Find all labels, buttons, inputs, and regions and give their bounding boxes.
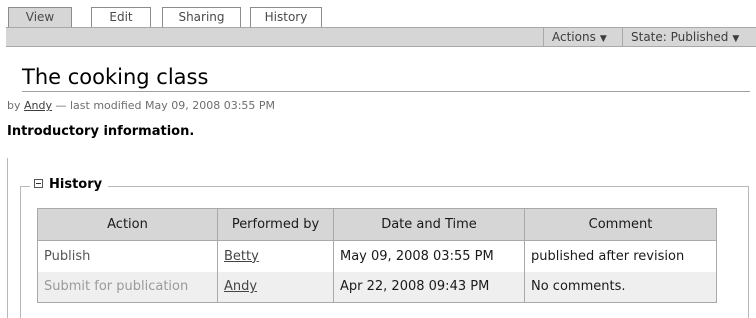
history-performer: Andy <box>217 271 334 303</box>
collapse-icon[interactable] <box>34 179 43 188</box>
author-link[interactable]: Andy <box>24 99 52 112</box>
tab-history[interactable]: History <box>250 7 322 27</box>
tab-edit[interactable]: Edit <box>91 7 151 27</box>
column-header-comment: Comment <box>524 208 717 241</box>
byline-prefix: by <box>7 99 24 112</box>
chevron-down-icon: ▼ <box>599 34 607 44</box>
history-action: Publish <box>37 240 218 272</box>
content-action-bar: Actions ▼ State: Published ▼ <box>6 27 756 47</box>
performer-link[interactable]: Betty <box>224 249 259 264</box>
tab-sharing[interactable]: Sharing <box>162 7 241 27</box>
divider <box>7 158 8 318</box>
column-header-action: Action <box>37 208 218 241</box>
actions-menu[interactable]: Actions ▼ <box>552 28 607 48</box>
document-byline: by Andy — last modified May 09, 2008 03:… <box>7 99 275 112</box>
history-action: Submit for publication <box>37 271 218 303</box>
last-modified: — last modified May 09, 2008 03:55 PM <box>52 99 276 112</box>
history-date: May 09, 2008 03:55 PM <box>333 240 525 272</box>
page-title: The cooking class <box>22 64 750 92</box>
divider <box>622 28 623 46</box>
history-date: Apr 22, 2008 09:43 PM <box>333 271 525 303</box>
state-menu[interactable]: State: Published ▼ <box>631 28 739 48</box>
performer-link[interactable]: Andy <box>224 279 257 294</box>
history-table: Action Performed by Date and Time Commen… <box>37 208 717 303</box>
column-header-date-time: Date and Time <box>333 208 525 241</box>
history-comment: published after revision <box>524 240 717 272</box>
actions-menu-label: Actions <box>552 30 596 44</box>
page: View Edit Sharing History Actions ▼ State… <box>0 0 756 318</box>
history-comment: No comments. <box>524 271 717 303</box>
tab-view[interactable]: View <box>8 7 72 28</box>
column-header-performed-by: Performed by <box>217 208 334 241</box>
chevron-down-icon: ▼ <box>732 34 740 44</box>
history-legend-label: History <box>49 177 103 192</box>
history-performer: Betty <box>217 240 334 272</box>
state-menu-label: State: Published <box>631 30 729 44</box>
divider <box>543 28 544 46</box>
table-row: Publish Betty May 09, 2008 03:55 PM publ… <box>37 240 717 272</box>
document-description: Introductory information. <box>7 124 195 139</box>
history-legend[interactable]: History <box>30 177 109 192</box>
table-row: Submit for publication Andy Apr 22, 2008… <box>37 271 717 303</box>
table-header-row: Action Performed by Date and Time Commen… <box>37 208 717 241</box>
